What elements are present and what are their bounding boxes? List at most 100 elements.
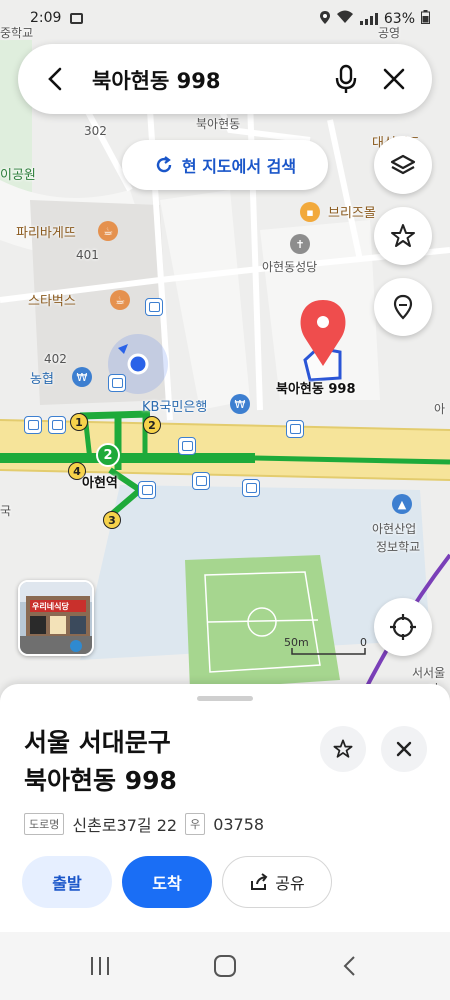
cafe-icon[interactable]: ☕ bbox=[110, 290, 130, 310]
current-location-dot bbox=[127, 353, 149, 375]
layers-button[interactable] bbox=[374, 136, 432, 194]
crosshair-icon bbox=[390, 614, 416, 640]
street-view-thumbnail[interactable]: 우리네식당 bbox=[18, 580, 94, 656]
bus-stop-icon[interactable] bbox=[178, 437, 196, 455]
close-sheet-button[interactable] bbox=[381, 726, 427, 772]
map-label: 북아현동 bbox=[196, 117, 241, 131]
status-bar: 2:09 63% bbox=[0, 0, 450, 36]
status-icons: 63% bbox=[319, 10, 430, 28]
zip-code[interactable]: 03758 bbox=[213, 815, 264, 834]
microphone-icon bbox=[335, 64, 357, 93]
road-name-tag: 도로명 bbox=[24, 813, 65, 835]
bakery-icon[interactable]: ☕ bbox=[98, 221, 118, 241]
favorites-button[interactable] bbox=[374, 207, 432, 265]
thumbnail-sign-text: 우리네식당 bbox=[32, 602, 69, 611]
action-row: 출발 도착 공유 bbox=[22, 856, 332, 908]
gallery-notification-icon bbox=[70, 13, 83, 24]
home-icon bbox=[214, 955, 236, 977]
station-label[interactable]: 아현역 bbox=[82, 472, 118, 491]
depart-button[interactable]: 출발 bbox=[22, 856, 112, 908]
bus-stop-icon[interactable] bbox=[145, 298, 163, 316]
marker-label[interactable]: 북아현동 998 bbox=[276, 378, 356, 397]
map-label: 아 bbox=[434, 402, 446, 416]
road-address[interactable]: 신촌로37길 22 bbox=[72, 812, 177, 836]
zip-tag: 우 bbox=[185, 813, 206, 835]
map-label: 아현산업 bbox=[372, 522, 417, 536]
subway-exit-1[interactable]: 1 bbox=[70, 413, 88, 431]
location-icon bbox=[319, 10, 330, 28]
status-time: 2:09 bbox=[30, 10, 62, 26]
bank-icon[interactable]: ₩ bbox=[72, 367, 92, 387]
recent-apps-button[interactable] bbox=[86, 954, 114, 978]
search-query[interactable]: 북아현동 998 bbox=[92, 65, 220, 95]
map-label: 스타벅스 bbox=[28, 294, 76, 309]
search-this-area-label: 현 지도에서 검색 bbox=[181, 157, 297, 176]
star-icon bbox=[391, 224, 415, 247]
school-icon[interactable]: ▲ bbox=[392, 494, 412, 514]
scale-zero: 0 bbox=[360, 636, 367, 649]
signal-icon bbox=[359, 13, 378, 25]
map-label: KB국민은행 bbox=[142, 400, 208, 415]
bus-stop-icon[interactable] bbox=[192, 472, 210, 490]
refresh-icon bbox=[156, 156, 172, 173]
battery-percent: 63% bbox=[383, 11, 415, 27]
star-icon bbox=[333, 739, 353, 758]
sheet-drag-handle[interactable] bbox=[197, 696, 253, 701]
close-icon bbox=[383, 68, 405, 90]
map-label: 파리바게뜨 bbox=[16, 226, 76, 241]
search-this-area-button[interactable]: 현 지도에서 검색 bbox=[122, 140, 328, 190]
subway-exit-2[interactable]: 2 bbox=[143, 416, 161, 434]
subway-station-icon[interactable]: 2 bbox=[96, 443, 120, 467]
close-icon bbox=[396, 741, 412, 757]
map-label: 302 bbox=[84, 124, 107, 138]
save-place-button[interactable] bbox=[320, 726, 366, 772]
share-icon bbox=[251, 873, 268, 890]
back-arrow-icon bbox=[48, 67, 62, 91]
share-button[interactable]: 공유 bbox=[222, 856, 332, 908]
screen: 중학교 공영 302 북아현동 대성맨드 이공원 파리바게뜨 ☕ 401 ▪ 브… bbox=[0, 0, 450, 1000]
map-label: 국 bbox=[0, 504, 12, 518]
place-title: 서울 서대문구 북아현동 998 bbox=[24, 724, 177, 800]
wifi-icon bbox=[336, 10, 354, 28]
map-pin-icon bbox=[393, 294, 413, 320]
map-label: 브리즈몰 bbox=[328, 206, 376, 221]
bus-stop-icon[interactable] bbox=[108, 374, 126, 392]
map-label: 농협 bbox=[30, 372, 54, 387]
bus-stop-icon[interactable] bbox=[286, 420, 304, 438]
voice-search-button[interactable] bbox=[328, 61, 364, 97]
search-bar[interactable]: 북아현동 998 bbox=[18, 44, 432, 114]
address-row: 도로명 신촌로37길 22 우 03758 bbox=[24, 812, 264, 836]
storefront-image bbox=[20, 582, 92, 654]
bus-stop-icon[interactable] bbox=[138, 481, 156, 499]
place-title-line2: 북아현동 998 bbox=[24, 766, 177, 795]
my-location-button[interactable] bbox=[374, 598, 432, 656]
back-button[interactable] bbox=[38, 61, 74, 97]
map-label: 정보학교 bbox=[376, 540, 421, 554]
bank-icon[interactable]: ₩ bbox=[230, 394, 250, 414]
map-label: 이공원 bbox=[0, 168, 36, 183]
back-nav-icon bbox=[343, 956, 355, 976]
bus-stop-icon[interactable] bbox=[24, 416, 42, 434]
map-label: 401 bbox=[76, 248, 99, 262]
map-label: 아현동성당 bbox=[262, 260, 318, 274]
saved-places-button[interactable] bbox=[374, 278, 432, 336]
bus-stop-icon[interactable] bbox=[48, 416, 66, 434]
back-nav-button[interactable] bbox=[336, 954, 364, 978]
place-info-sheet[interactable]: 서울 서대문구 북아현동 998 도로명 신촌로37길 22 우 03758 출… bbox=[0, 684, 450, 932]
layers-icon bbox=[390, 154, 416, 175]
place-title-line1: 서울 서대문구 bbox=[24, 728, 171, 757]
scale-label: 50m bbox=[284, 636, 309, 649]
recent-apps-icon bbox=[91, 957, 109, 975]
bus-stop-icon[interactable] bbox=[242, 479, 260, 497]
system-nav-bar bbox=[0, 932, 450, 1000]
shopping-icon[interactable]: ▪ bbox=[300, 202, 320, 222]
subway-exit-3[interactable]: 3 bbox=[103, 511, 121, 529]
map-label: 서서울 bbox=[412, 666, 446, 680]
church-icon[interactable]: ✝ bbox=[290, 234, 310, 254]
battery-icon bbox=[421, 10, 430, 28]
home-button[interactable] bbox=[211, 954, 239, 978]
clear-search-button[interactable] bbox=[376, 61, 412, 97]
share-label: 공유 bbox=[275, 874, 305, 893]
map-label: 402 bbox=[44, 352, 67, 366]
arrive-button[interactable]: 도착 bbox=[122, 856, 212, 908]
